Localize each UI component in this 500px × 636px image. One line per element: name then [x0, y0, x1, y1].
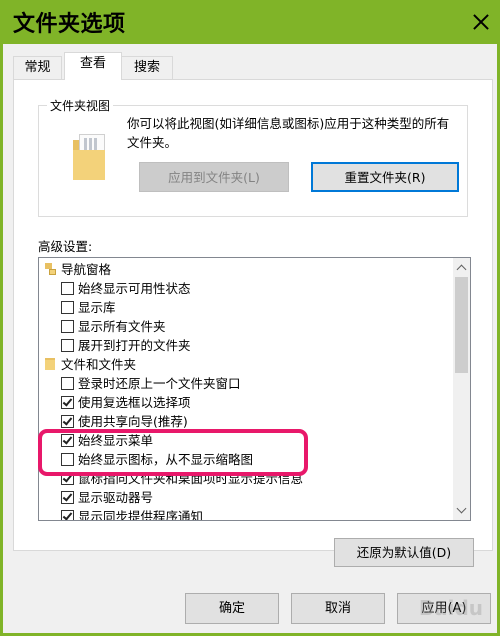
- setting-label: 登录时还原上一个文件夹窗口: [78, 376, 241, 391]
- scroll-up-icon[interactable]: [457, 263, 466, 272]
- setting-show-all-folders[interactable]: 显示所有文件夹: [39, 317, 449, 336]
- category-label: 导航窗格: [61, 262, 112, 277]
- checkbox[interactable]: [61, 377, 74, 390]
- setting-show-sync-provider-notifications[interactable]: 显示同步提供程序通知: [39, 507, 449, 521]
- apply-to-folders-button[interactable]: 应用到文件夹(L): [139, 162, 289, 192]
- category-navigation-pane: 导航窗格: [39, 260, 449, 279]
- checkbox[interactable]: [61, 415, 74, 428]
- folder-views-group: 文件夹视图 你可以将此视图(如详细信息或图标)应用于这种类型的所有文件夹。 应用…: [38, 97, 468, 217]
- setting-use-checkboxes[interactable]: 使用复选框以选择项: [39, 393, 449, 412]
- setting-always-show-availability[interactable]: 始终显示可用性状态: [39, 279, 449, 298]
- advanced-settings-tree[interactable]: 导航窗格 始终显示可用性状态 显示库 显示所有文件夹 展开到打开的文件夹 文件和…: [38, 257, 471, 521]
- tab-general[interactable]: 常规: [13, 56, 62, 79]
- reset-folders-button[interactable]: 重置文件夹(R): [311, 162, 459, 192]
- window-title: 文件夹选项: [13, 12, 126, 37]
- category-label: 文件和文件夹: [61, 357, 137, 372]
- setting-label: 显示驱动器号: [78, 490, 154, 505]
- advanced-settings-label: 高级设置:: [38, 239, 93, 254]
- checkbox[interactable]: [61, 301, 74, 314]
- checkbox[interactable]: [61, 396, 74, 409]
- title-bar[interactable]: 文件夹选项: [3, 0, 500, 44]
- folder-views-description: 你可以将此视图(如详细信息或图标)应用于这种类型的所有文件夹。: [127, 116, 450, 150]
- setting-label: 使用复选框以选择项: [78, 395, 191, 410]
- setting-restore-previous-folder-windows[interactable]: 登录时还原上一个文件夹窗口: [39, 374, 449, 393]
- setting-label: 展开到打开的文件夹: [78, 338, 191, 353]
- ok-button[interactable]: 确定: [185, 593, 279, 624]
- watermark: Baidu: [418, 596, 483, 620]
- folder-views-group-label: 文件夹视图: [47, 97, 114, 114]
- setting-label: 显示同步提供程序通知: [78, 509, 204, 521]
- setting-label: 始终显示可用性状态: [78, 281, 191, 296]
- scroll-down-icon[interactable]: [457, 506, 466, 515]
- scrollbar-thumb[interactable]: [455, 277, 468, 373]
- cancel-button[interactable]: 取消: [291, 593, 385, 624]
- restore-defaults-button[interactable]: 还原为默认值(D): [334, 538, 474, 567]
- close-icon[interactable]: [469, 10, 493, 34]
- checkbox[interactable]: [61, 282, 74, 295]
- folder-options-window: 文件夹选项 常规 查看 搜索 文件夹视图 你可以将此视图(如详细信息或图标)应用…: [0, 0, 500, 636]
- setting-expand-to-open-folder[interactable]: 展开到打开的文件夹: [39, 336, 449, 355]
- setting-show-libraries[interactable]: 显示库: [39, 298, 449, 317]
- tab-search[interactable]: 搜索: [121, 56, 173, 79]
- folder-icon: [45, 358, 55, 370]
- view-tab-panel: 文件夹视图 你可以将此视图(如详细信息或图标)应用于这种类型的所有文件夹。 应用…: [13, 79, 493, 567]
- tab-view[interactable]: 查看: [64, 52, 122, 80]
- setting-label: 显示所有文件夹: [78, 319, 166, 334]
- checkbox[interactable]: [61, 491, 74, 504]
- setting-show-drive-letters[interactable]: 显示驱动器号: [39, 488, 449, 507]
- checkbox[interactable]: [61, 339, 74, 352]
- checkbox[interactable]: [61, 510, 74, 520]
- vertical-scrollbar[interactable]: [453, 258, 470, 520]
- annotation-highlight-ring: [38, 429, 308, 476]
- setting-label: 显示库: [78, 300, 116, 315]
- category-files-and-folders: 文件和文件夹: [39, 355, 449, 374]
- checkbox[interactable]: [61, 320, 74, 333]
- folder-views-icon: [73, 134, 111, 180]
- navigation-pane-icon: [45, 263, 56, 275]
